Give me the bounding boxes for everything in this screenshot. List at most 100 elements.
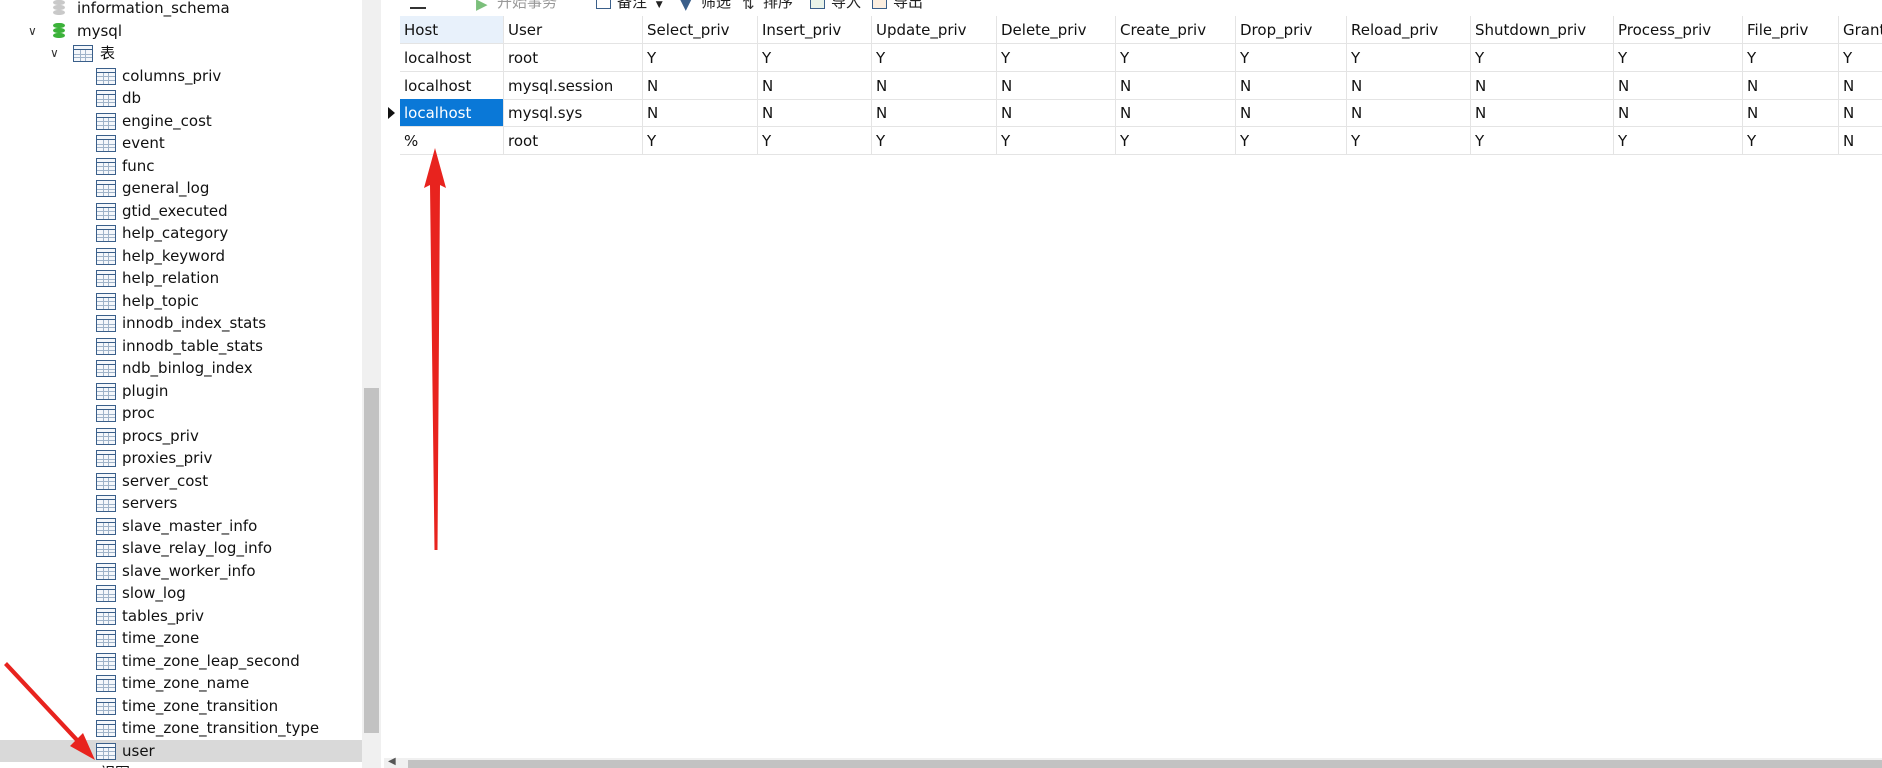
table-cell[interactable]: Y xyxy=(1471,44,1614,72)
table-cell[interactable]: N xyxy=(1743,99,1839,127)
table-cell[interactable]: Y xyxy=(643,126,758,155)
table-cell[interactable]: N xyxy=(643,99,758,127)
tree-item-table[interactable]: innodb_table_stats xyxy=(0,335,362,357)
tree-item-table[interactable]: time_zone_leap_second xyxy=(0,650,362,672)
tree-item-table[interactable]: server_cost xyxy=(0,470,362,492)
table-cell[interactable]: Y xyxy=(1743,126,1839,155)
table-cell[interactable]: Y xyxy=(643,44,758,72)
table-cell[interactable]: Y xyxy=(1839,44,1882,72)
tree-item-table[interactable]: help_topic xyxy=(0,290,362,312)
table-cell[interactable]: N xyxy=(1471,71,1614,100)
table-cell[interactable]: N xyxy=(1614,99,1743,127)
column-header[interactable]: Create_priv xyxy=(1116,16,1236,44)
tree-item-table[interactable]: user xyxy=(0,739,362,762)
column-header[interactable]: File_priv xyxy=(1743,16,1839,44)
tree-item-table[interactable]: slave_master_info xyxy=(0,515,362,537)
chevron-down-icon[interactable]: ∨ xyxy=(50,42,64,64)
column-header[interactable]: User xyxy=(504,16,643,44)
table-cell[interactable]: Y xyxy=(1116,126,1236,155)
tree-item-table[interactable]: plugin xyxy=(0,380,362,402)
begin-transaction-button[interactable]: ▶ 开始事务 xyxy=(476,0,557,13)
table-cell[interactable]: localhost xyxy=(400,71,504,100)
table-cell[interactable]: N xyxy=(758,99,872,127)
tree-item-table[interactable]: ndb_binlog_index xyxy=(0,357,362,379)
tree-item-table[interactable]: engine_cost xyxy=(0,110,362,132)
column-header[interactable]: Reload_priv xyxy=(1347,16,1471,44)
tree-group-tables[interactable]: ∨ 表 xyxy=(0,42,362,64)
tree-item-table[interactable]: help_relation xyxy=(0,267,362,289)
tree-item-information-schema[interactable]: information_schema xyxy=(0,0,362,19)
table-cell[interactable]: Y xyxy=(1236,126,1347,155)
sort-button[interactable]: ⇅ 排序 xyxy=(742,0,793,13)
notes-button[interactable]: 备注 ▼ xyxy=(596,0,663,12)
column-header[interactable]: Insert_priv xyxy=(758,16,872,44)
tree-item-table[interactable]: slave_relay_log_info xyxy=(0,537,362,559)
column-header[interactable]: Shutdown_priv xyxy=(1471,16,1614,44)
table-cell[interactable]: N xyxy=(1839,99,1882,127)
table-cell[interactable]: Y xyxy=(758,44,872,72)
table-cell[interactable]: N xyxy=(1347,99,1471,127)
menu-button[interactable] xyxy=(410,0,426,12)
column-header[interactable]: Process_priv xyxy=(1614,16,1743,44)
export-button[interactable]: 导出 xyxy=(872,0,923,12)
tree-item-table[interactable]: general_log xyxy=(0,177,362,199)
table-cell[interactable]: N xyxy=(1471,99,1614,127)
tree-item-table[interactable]: gtid_executed xyxy=(0,200,362,222)
table-cell[interactable]: N xyxy=(1236,71,1347,100)
tree-item-table[interactable]: innodb_index_stats xyxy=(0,312,362,334)
column-header[interactable]: Update_priv xyxy=(872,16,997,44)
table-cell[interactable]: mysql.session xyxy=(504,71,643,100)
table-cell[interactable]: Y xyxy=(1743,44,1839,72)
grid-horizontal-scrollbar[interactable]: ◀ xyxy=(384,756,1882,768)
tree-item-table[interactable]: slow_log xyxy=(0,582,362,604)
chevron-down-icon[interactable]: ∨ xyxy=(28,20,42,42)
table-cell[interactable]: Y xyxy=(1614,126,1743,155)
tree-item-table[interactable]: tables_priv xyxy=(0,605,362,627)
table-cell[interactable]: N xyxy=(1743,71,1839,100)
table-cell[interactable]: N xyxy=(1116,99,1236,127)
table-cell[interactable]: N xyxy=(1236,99,1347,127)
tree-item-table[interactable]: time_zone_name xyxy=(0,672,362,694)
tree-item-table[interactable]: func xyxy=(0,155,362,177)
filter-button[interactable]: ▼ 筛选 xyxy=(680,0,731,13)
table-cell[interactable]: Y xyxy=(1471,126,1614,155)
column-header[interactable]: Drop_priv xyxy=(1236,16,1347,44)
table-cell[interactable]: Y xyxy=(872,126,997,155)
grid-scrollbar-thumb[interactable] xyxy=(408,760,1882,768)
column-header[interactable]: Grant xyxy=(1839,16,1882,44)
table-cell[interactable]: Y xyxy=(997,44,1116,72)
tree-item-table[interactable]: time_zone_transition_type xyxy=(0,717,362,739)
table-cell[interactable]: N xyxy=(643,71,758,100)
table-cell[interactable]: N xyxy=(1614,71,1743,100)
tree-vertical-scrollbar[interactable] xyxy=(362,0,381,768)
column-header[interactable]: Select_priv xyxy=(643,16,758,44)
tree-item-table[interactable]: procs_priv xyxy=(0,425,362,447)
tree-item-table[interactable]: time_zone_transition xyxy=(0,695,362,717)
tree-item-table[interactable]: slave_worker_info xyxy=(0,560,362,582)
table-cell[interactable]: N xyxy=(872,71,997,100)
tree-scrollbar-thumb[interactable] xyxy=(364,388,379,733)
table-cell[interactable]: N xyxy=(997,71,1116,100)
tree-item-table[interactable]: proxies_priv xyxy=(0,447,362,469)
table-cell[interactable]: localhost xyxy=(400,44,504,72)
table-cell[interactable]: localhost xyxy=(400,99,504,127)
column-header[interactable]: Delete_priv xyxy=(997,16,1116,44)
tree-item-table[interactable]: proc xyxy=(0,402,362,424)
tree-item-table[interactable]: servers xyxy=(0,492,362,514)
tree-item-table[interactable]: db xyxy=(0,87,362,109)
table-cell[interactable]: root xyxy=(504,126,643,155)
table-cell[interactable]: N xyxy=(1839,127,1882,155)
table-cell[interactable]: root xyxy=(504,44,643,72)
table-cell[interactable]: Y xyxy=(1614,44,1743,72)
table-cell[interactable]: % xyxy=(400,126,504,155)
table-cell[interactable]: N xyxy=(872,99,997,127)
table-cell[interactable]: Y xyxy=(758,126,872,155)
table-cell[interactable]: mysql.sys xyxy=(504,99,643,127)
table-cell[interactable]: Y xyxy=(997,126,1116,155)
table-cell[interactable]: N xyxy=(997,99,1116,127)
table-cell[interactable]: Y xyxy=(1116,44,1236,72)
table-cell[interactable]: Y xyxy=(1347,126,1471,155)
tree-item-mysql[interactable]: ∨ mysql xyxy=(0,20,362,42)
table-cell[interactable]: N xyxy=(1347,71,1471,100)
tree-item-table[interactable]: event xyxy=(0,132,362,154)
